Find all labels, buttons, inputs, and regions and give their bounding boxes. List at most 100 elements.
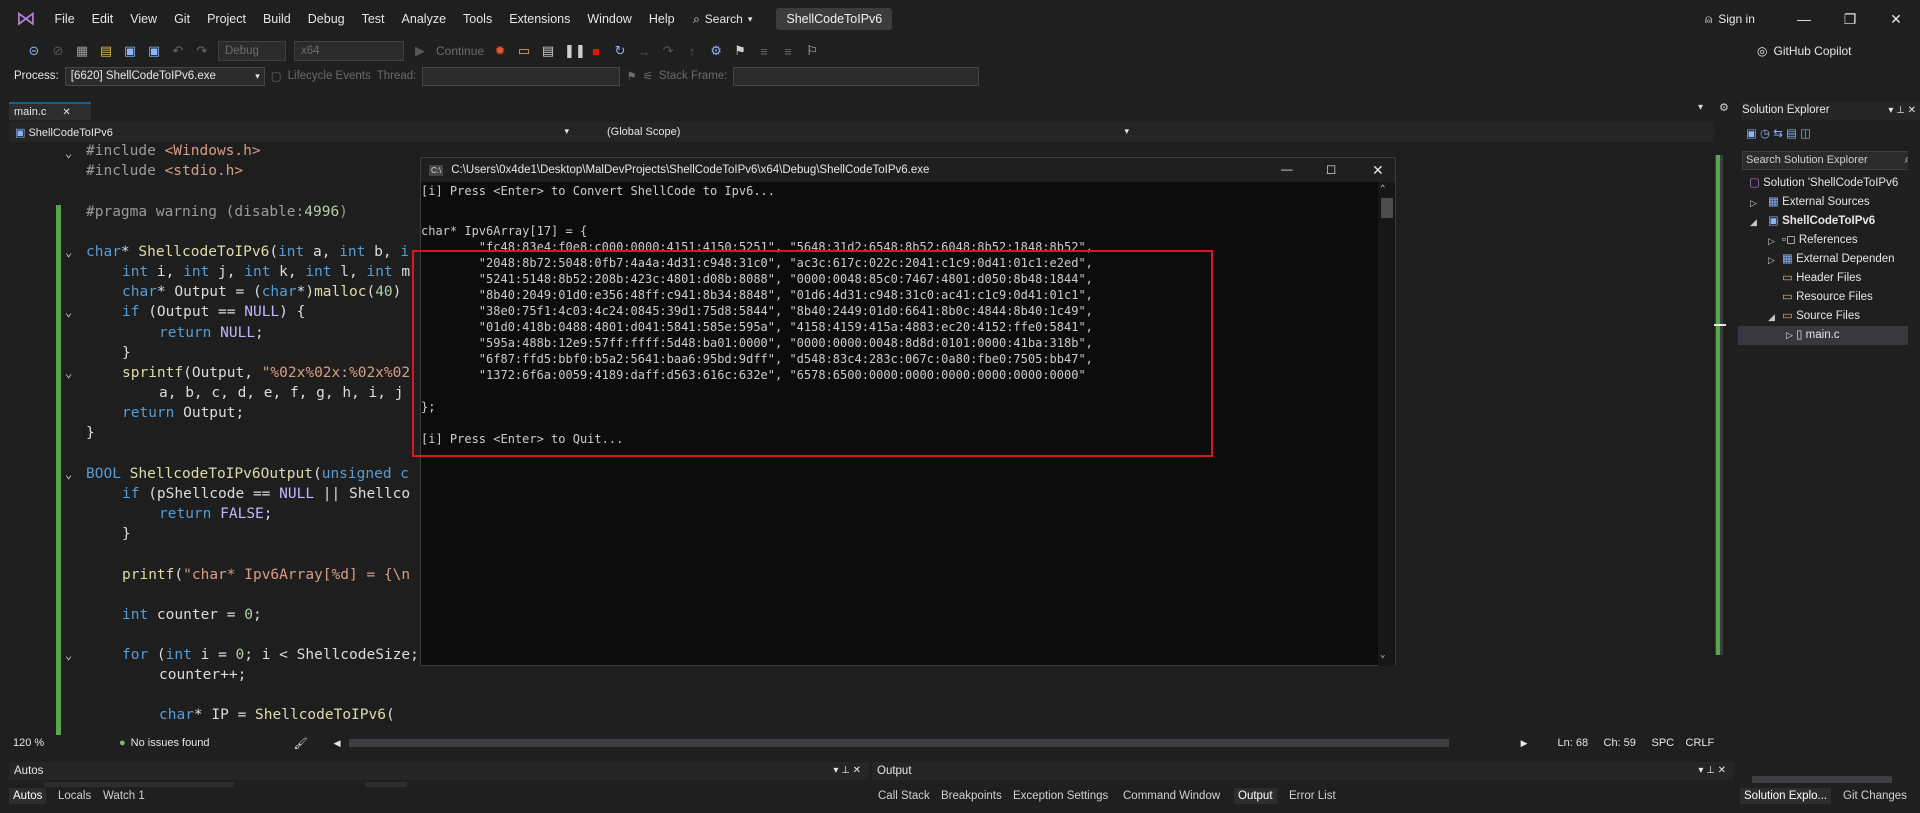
solution-explorer-hscroll[interactable]	[1752, 776, 1892, 783]
new-project-icon[interactable]: ▦	[74, 43, 90, 59]
folder-icon[interactable]: ▭	[516, 43, 532, 59]
step-over-icon[interactable]: ↷	[660, 43, 676, 59]
autos-scrollbar[interactable]	[44, 782, 234, 787]
minimize-button[interactable]: —	[1781, 0, 1827, 38]
fold-icon[interactable]: ⌄	[65, 648, 72, 662]
menu-extensions[interactable]: Extensions	[501, 0, 579, 38]
open-icon[interactable]: ▤	[98, 43, 114, 59]
tree-item-source-files[interactable]: ▭ Source Files	[1782, 307, 1860, 326]
console-close-button[interactable]: ✕	[1372, 162, 1384, 179]
thread-select[interactable]	[422, 66, 621, 86]
comment-icon[interactable]: ≡	[756, 44, 772, 59]
diagnostic-icon[interactable]: ⚙	[708, 43, 724, 59]
menu-git[interactable]: Git	[166, 0, 199, 38]
project-dropdown[interactable]: ▣ ShellCodeToIPv6 ▾	[9, 126, 577, 139]
configuration-select[interactable]: Debug	[218, 41, 286, 61]
console-window[interactable]: C:\ C:\Users\0x4de1\Desktop\MalDevProjec…	[412, 157, 1396, 666]
restore-button[interactable]: ❐	[1827, 0, 1873, 38]
menu-build[interactable]: Build	[254, 0, 299, 38]
tree-item-project[interactable]: ▣ ShellCodeToIPv6	[1768, 212, 1875, 231]
bookmark-toggle-icon[interactable]: ⚐	[804, 43, 820, 59]
tree-item-external-dependencies[interactable]: ▦ External Dependen	[1782, 250, 1895, 269]
tab-watch-1[interactable]: Watch 1	[103, 788, 145, 804]
fold-icon[interactable]: ⌄	[65, 366, 72, 380]
menu-window[interactable]: Window	[579, 0, 640, 38]
tab-error-list[interactable]: Error List	[1289, 788, 1336, 804]
solution-search-input[interactable]: Search Solution Explorer ⌕	[1742, 151, 1916, 170]
solution-explorer-scrollbar[interactable]	[1908, 125, 1920, 765]
menu-test[interactable]: Test	[353, 0, 393, 38]
expand-arrow-icon[interactable]: ▷	[1786, 330, 1793, 340]
expand-arrow-icon[interactable]: ▷	[1750, 198, 1757, 209]
fold-icon[interactable]: ⌄	[65, 146, 72, 160]
console-maximize-button[interactable]: ☐	[1326, 163, 1336, 177]
fold-icon[interactable]: ⌄	[65, 245, 72, 259]
tab-command-window[interactable]: Command Window	[1123, 788, 1220, 804]
bookmark-icon[interactable]: ⚑	[732, 43, 748, 59]
spacing-indicator[interactable]: SPC	[1652, 737, 1686, 749]
redo-icon[interactable]: ↷	[194, 43, 210, 59]
search-button[interactable]: ⌕ Search ▾	[683, 12, 762, 27]
continue-label[interactable]: Continue	[436, 44, 484, 58]
tab-exception-settings[interactable]: Exception Settings	[1013, 788, 1108, 804]
close-button[interactable]: ✕	[1873, 0, 1919, 38]
console-minimize-button[interactable]: —	[1281, 164, 1293, 176]
scroll-right-icon[interactable]: ▶	[1521, 738, 1528, 749]
menu-debug[interactable]: Debug	[299, 0, 353, 38]
menu-edit[interactable]: Edit	[83, 0, 122, 38]
window-layout-icon[interactable]: ▤	[540, 43, 556, 59]
stop-icon[interactable]: ■	[588, 44, 604, 59]
menu-view[interactable]: View	[122, 0, 166, 38]
collapse-arrow-icon[interactable]: ◢	[1750, 217, 1757, 228]
scroll-left-icon[interactable]: ◀	[334, 738, 341, 749]
forward-icon[interactable]: ⊘	[50, 43, 66, 59]
panel-options-icons[interactable]: ▾ ⊥ ✕	[833, 762, 861, 780]
tree-item-references[interactable]: ▫◻ References	[1782, 231, 1858, 250]
collapse-arrow-icon[interactable]: ◢	[1768, 312, 1775, 323]
expand-arrow-icon[interactable]: ▷	[1768, 236, 1775, 247]
tab-git-changes[interactable]: Git Changes	[1843, 788, 1907, 804]
horizontal-scrollbar[interactable]	[348, 739, 1449, 747]
sign-in-button[interactable]: ⍝ Sign in	[1705, 0, 1755, 38]
line-ending-indicator[interactable]: CRLF	[1686, 737, 1715, 749]
console-scrollbar[interactable]: ⌃ ⌄	[1378, 182, 1395, 666]
step-into-icon[interactable]: →	[636, 44, 652, 59]
tree-item-external-sources[interactable]: ▦ External Sources	[1768, 193, 1870, 212]
menu-file[interactable]: File	[46, 0, 83, 38]
tree-item-solution[interactable]: ▢ Solution 'ShellCodeToIPv6	[1749, 174, 1898, 193]
scroll-up-icon[interactable]: ⌃	[1380, 184, 1385, 194]
uncomment-icon[interactable]: ≡	[780, 44, 796, 59]
menu-project[interactable]: Project	[199, 0, 255, 38]
hot-reload-icon[interactable]: ✹	[492, 43, 508, 59]
step-out-icon[interactable]: ↑	[684, 44, 700, 59]
undo-icon[interactable]: ↶	[170, 43, 186, 59]
platform-select[interactable]: x64	[294, 41, 404, 61]
menu-help[interactable]: Help	[640, 0, 683, 38]
pause-icon[interactable]: ❚❚	[564, 43, 586, 59]
stack-frame-select[interactable]	[733, 66, 980, 86]
cleanup-icon[interactable]: 🖌	[294, 737, 334, 750]
tree-item-header-files[interactable]: ▭ Header Files	[1782, 269, 1861, 288]
tab-call-stack[interactable]: Call Stack	[878, 788, 930, 804]
issues-status[interactable]: No issues found	[131, 737, 294, 749]
save-icon[interactable]: ▣	[122, 43, 138, 59]
tree-item-resource-files[interactable]: ▭ Resource Files	[1782, 288, 1873, 307]
panel-options-icons[interactable]: ▾ ⊥ ✕	[1888, 101, 1916, 120]
fold-icon[interactable]: ⌄	[65, 467, 72, 481]
menu-tools[interactable]: Tools	[455, 0, 501, 38]
console-scroll-thumb[interactable]	[1381, 198, 1393, 218]
tab-autos[interactable]: Autos	[9, 788, 47, 804]
fold-icon[interactable]: ⌄	[65, 305, 72, 319]
scroll-down-icon[interactable]: ⌄	[1380, 650, 1385, 660]
solution-name-badge[interactable]: ShellCodeToIPv6	[776, 8, 893, 30]
expand-arrow-icon[interactable]: ▷	[1768, 255, 1775, 266]
solution-explorer-toolbar[interactable]: ▣ ◷ ⇆ ▤ ◫	[1746, 125, 1811, 144]
tab-list-icon[interactable]: ▾	[1698, 102, 1703, 113]
lifecycle-events-label[interactable]: Lifecycle Events	[288, 70, 371, 82]
autos-scrollbar-thumb[interactable]	[365, 782, 407, 787]
github-copilot-button[interactable]: ◎ GitHub Copilot	[1757, 38, 1852, 64]
menu-analyze[interactable]: Analyze	[393, 0, 454, 38]
zoom-level[interactable]: 120 %	[13, 737, 73, 749]
scope-dropdown[interactable]: (Global Scope) ▾	[577, 126, 1137, 138]
tab-output[interactable]: Output	[1234, 788, 1277, 804]
